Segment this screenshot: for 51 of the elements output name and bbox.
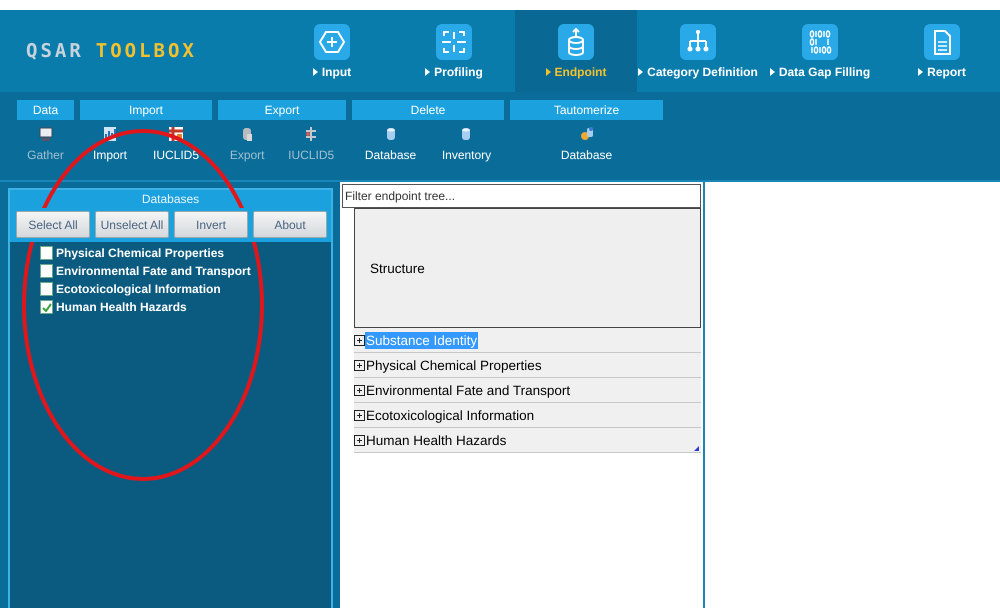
binary-digits-icon bbox=[802, 24, 838, 60]
hierarchy-icon bbox=[680, 24, 716, 60]
toolbar-button[interactable]: Database bbox=[360, 126, 420, 162]
tree-item[interactable]: Substance Identity bbox=[365, 332, 478, 348]
logo-text: QSAR bbox=[26, 40, 84, 62]
checkbox-label: Environmental Fate and Transport bbox=[56, 264, 251, 278]
caret-icon bbox=[770, 68, 775, 76]
logo-text: TOOLBOX bbox=[96, 40, 197, 62]
caret-icon bbox=[546, 68, 550, 76]
nav-tab[interactable]: Profiling bbox=[393, 10, 515, 92]
document-icon bbox=[924, 24, 960, 60]
toolbar-button[interactable]: IUCLID5 bbox=[148, 126, 203, 162]
cylinder-upload-icon bbox=[558, 24, 594, 60]
nav-tab[interactable]: Category Definition bbox=[637, 10, 759, 92]
expand-icon[interactable] bbox=[354, 360, 365, 370]
nav-tab[interactable]: Input bbox=[271, 10, 393, 92]
checkbox[interactable] bbox=[40, 300, 53, 314]
expand-icon[interactable] bbox=[354, 410, 365, 420]
panel-button[interactable]: Invert bbox=[174, 211, 248, 238]
monitor-icon bbox=[38, 126, 54, 142]
panel-button[interactable]: About bbox=[253, 211, 327, 238]
checkbox[interactable] bbox=[40, 246, 53, 260]
toolbar-button[interactable]: Inventory bbox=[438, 126, 496, 162]
expand-icon[interactable] bbox=[354, 384, 365, 396]
nav-tab[interactable]: Data Gap Filling bbox=[759, 10, 881, 92]
panel-title: Databases bbox=[10, 190, 331, 208]
toolbar-button[interactable]: Database bbox=[556, 126, 616, 162]
resize-grip-icon[interactable] bbox=[694, 446, 699, 451]
checkbox-label: Ecotoxicological Information bbox=[56, 282, 221, 296]
checkbox[interactable] bbox=[40, 282, 53, 296]
filter-field[interactable]: Filter endpoint tree... bbox=[342, 184, 701, 208]
nav-tab[interactable]: Report bbox=[881, 10, 1000, 92]
group-header: Tautomerize bbox=[510, 100, 663, 120]
nav-tab[interactable]: Endpoint bbox=[515, 10, 637, 92]
panel-button[interactable]: Unselect All bbox=[95, 211, 169, 238]
expand-icon[interactable] bbox=[354, 334, 365, 346]
caret-icon bbox=[918, 68, 924, 76]
checkbox[interactable] bbox=[40, 264, 53, 278]
caret-icon bbox=[425, 68, 430, 76]
toolbar-button[interactable]: Import bbox=[88, 126, 131, 162]
panel-button[interactable]: Select All bbox=[16, 211, 90, 238]
expand-icon[interactable] bbox=[354, 434, 365, 446]
group-header: Export bbox=[218, 100, 346, 120]
brackets-icon bbox=[436, 24, 472, 60]
caret-icon bbox=[312, 68, 318, 76]
group-header: Delete bbox=[352, 100, 504, 120]
checkbox-label: Human Health Hazards bbox=[56, 300, 187, 314]
checkbox-label: Physical Chemical Properties bbox=[56, 246, 224, 260]
structure-label: Structure bbox=[370, 260, 425, 276]
group-header: Import bbox=[80, 100, 212, 120]
group-header: Data bbox=[17, 100, 74, 120]
